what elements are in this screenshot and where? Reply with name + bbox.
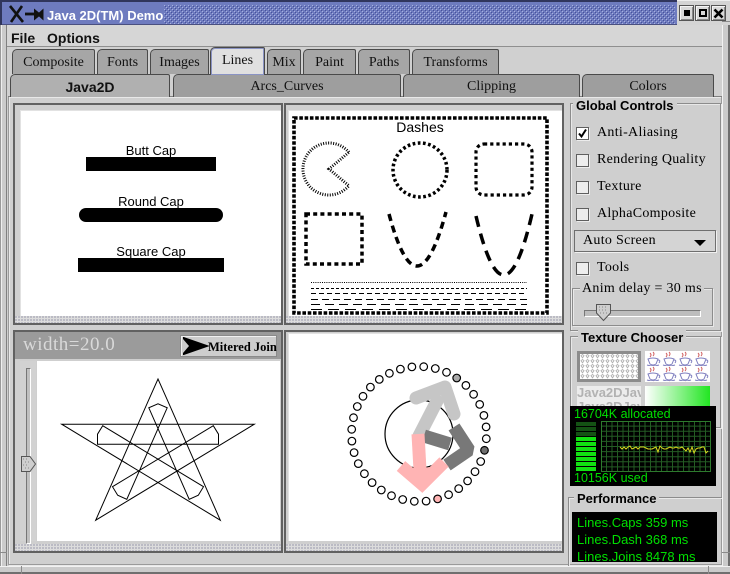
svg-text:Dashes: Dashes <box>396 119 443 135</box>
